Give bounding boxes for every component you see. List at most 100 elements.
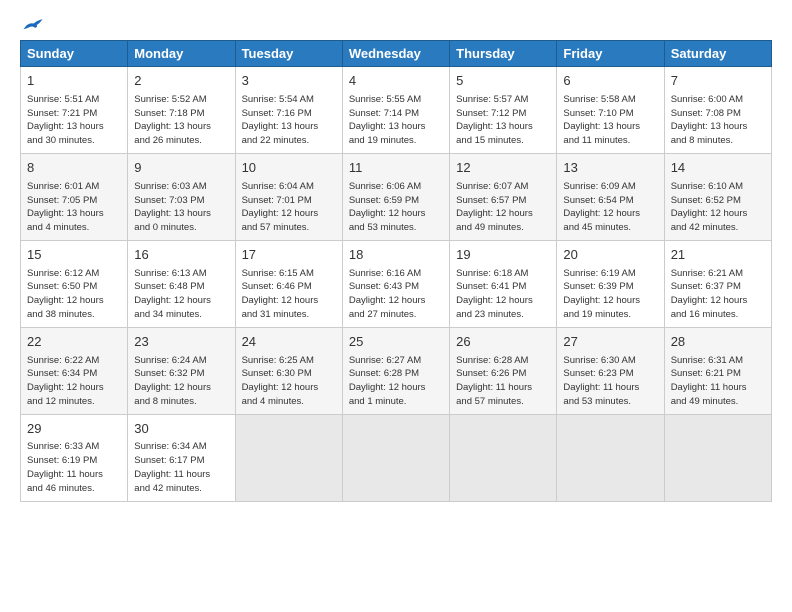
- calendar-week-row: 1Sunrise: 5:51 AMSunset: 7:21 PMDaylight…: [21, 67, 772, 154]
- calendar-week-row: 29Sunrise: 6:33 AMSunset: 6:19 PMDayligh…: [21, 414, 772, 501]
- sunset-text: Sunset: 6:46 PM: [242, 281, 312, 292]
- sunset-text: Sunset: 6:30 PM: [242, 368, 312, 379]
- sunrise-text: Sunrise: 5:58 AM: [563, 94, 635, 105]
- calendar-week-row: 15Sunrise: 6:12 AMSunset: 6:50 PMDayligh…: [21, 240, 772, 327]
- sunrise-text: Sunrise: 6:04 AM: [242, 181, 314, 192]
- header-saturday: Saturday: [664, 41, 771, 67]
- calendar-day-cell: 13Sunrise: 6:09 AMSunset: 6:54 PMDayligh…: [557, 153, 664, 240]
- sunset-text: Sunset: 7:08 PM: [671, 108, 741, 119]
- days-header-row: Sunday Monday Tuesday Wednesday Thursday…: [21, 41, 772, 67]
- sunrise-text: Sunrise: 6:21 AM: [671, 268, 743, 279]
- sunset-text: Sunset: 6:41 PM: [456, 281, 526, 292]
- calendar-day-cell: 9Sunrise: 6:03 AMSunset: 7:03 PMDaylight…: [128, 153, 235, 240]
- day-number: 8: [27, 159, 121, 178]
- sunset-text: Sunset: 6:26 PM: [456, 368, 526, 379]
- sunset-text: Sunset: 7:18 PM: [134, 108, 204, 119]
- calendar-day-cell: 3Sunrise: 5:54 AMSunset: 7:16 PMDaylight…: [235, 67, 342, 154]
- calendar-day-cell: 17Sunrise: 6:15 AMSunset: 6:46 PMDayligh…: [235, 240, 342, 327]
- calendar-day-cell: [664, 414, 771, 501]
- day-number: 25: [349, 333, 443, 352]
- sunset-text: Sunset: 6:59 PM: [349, 195, 419, 206]
- sunset-text: Sunset: 6:19 PM: [27, 455, 97, 466]
- sunrise-text: Sunrise: 5:55 AM: [349, 94, 421, 105]
- calendar-day-cell: 29Sunrise: 6:33 AMSunset: 6:19 PMDayligh…: [21, 414, 128, 501]
- header-friday: Friday: [557, 41, 664, 67]
- calendar-day-cell: 25Sunrise: 6:27 AMSunset: 6:28 PMDayligh…: [342, 327, 449, 414]
- sunrise-text: Sunrise: 6:06 AM: [349, 181, 421, 192]
- calendar-day-cell: [557, 414, 664, 501]
- daylight-text: Daylight: 13 hours and 15 minutes.: [456, 121, 533, 146]
- calendar-day-cell: [450, 414, 557, 501]
- calendar-day-cell: 16Sunrise: 6:13 AMSunset: 6:48 PMDayligh…: [128, 240, 235, 327]
- daylight-text: Daylight: 12 hours and 34 minutes.: [134, 295, 211, 320]
- calendar-day-cell: 10 Sunrise: 6:04 AM Sunset: 7:01 PM Dayligh…: [235, 153, 342, 240]
- calendar-day-cell: 6Sunrise: 5:58 AMSunset: 7:10 PMDaylight…: [557, 67, 664, 154]
- daylight-text: Daylight: 12 hours and 12 minutes.: [27, 382, 104, 407]
- day-number: 27: [563, 333, 657, 352]
- header-wednesday: Wednesday: [342, 41, 449, 67]
- sunset-text: Sunset: 6:57 PM: [456, 195, 526, 206]
- daylight-text: Daylight: 13 hours and 8 minutes.: [671, 121, 748, 146]
- sunset-text: Sunset: 6:34 PM: [27, 368, 97, 379]
- daylight-text: Daylight: 13 hours and 26 minutes.: [134, 121, 211, 146]
- calendar-day-cell: 4Sunrise: 5:55 AMSunset: 7:14 PMDaylight…: [342, 67, 449, 154]
- sunset-text: Sunset: 6:54 PM: [563, 195, 633, 206]
- header-tuesday: Tuesday: [235, 41, 342, 67]
- daylight-text: Daylight: 12 hours and 57 minutes.: [242, 208, 319, 233]
- daylight-text: Daylight: 11 hours and 49 minutes.: [671, 382, 747, 407]
- sunrise-text: Sunrise: 6:13 AM: [134, 268, 206, 279]
- sunrise-text: Sunrise: 6:27 AM: [349, 355, 421, 366]
- sunset-text: Sunset: 7:01 PM: [242, 195, 312, 206]
- sunrise-text: Sunrise: 6:28 AM: [456, 355, 528, 366]
- day-number: 7: [671, 72, 765, 91]
- day-number: 28: [671, 333, 765, 352]
- header: [20, 16, 772, 34]
- daylight-text: Daylight: 13 hours and 4 minutes.: [27, 208, 104, 233]
- daylight-text: Daylight: 12 hours and 38 minutes.: [27, 295, 104, 320]
- daylight-text: Daylight: 12 hours and 27 minutes.: [349, 295, 426, 320]
- sunrise-text: Sunrise: 6:33 AM: [27, 441, 99, 452]
- daylight-text: Daylight: 13 hours and 22 minutes.: [242, 121, 319, 146]
- daylight-text: Daylight: 11 hours and 57 minutes.: [456, 382, 532, 407]
- calendar-day-cell: 19Sunrise: 6:18 AMSunset: 6:41 PMDayligh…: [450, 240, 557, 327]
- calendar-day-cell: 1Sunrise: 5:51 AMSunset: 7:21 PMDaylight…: [21, 67, 128, 154]
- calendar-day-cell: 28Sunrise: 6:31 AMSunset: 6:21 PMDayligh…: [664, 327, 771, 414]
- sunrise-text: Sunrise: 6:12 AM: [27, 268, 99, 279]
- daylight-text: Daylight: 12 hours and 16 minutes.: [671, 295, 748, 320]
- sunset-text: Sunset: 7:21 PM: [27, 108, 97, 119]
- sunrise-text: Sunrise: 6:25 AM: [242, 355, 314, 366]
- daylight-text: Daylight: 13 hours and 19 minutes.: [349, 121, 426, 146]
- sunrise-text: Sunrise: 6:18 AM: [456, 268, 528, 279]
- sunset-text: Sunset: 7:14 PM: [349, 108, 419, 119]
- calendar-day-cell: 27Sunrise: 6:30 AMSunset: 6:23 PMDayligh…: [557, 327, 664, 414]
- logo: [20, 16, 44, 34]
- sunset-text: Sunset: 6:43 PM: [349, 281, 419, 292]
- sunrise-text: Sunrise: 6:31 AM: [671, 355, 743, 366]
- daylight-text: Daylight: 11 hours and 46 minutes.: [27, 469, 103, 494]
- calendar-day-cell: 18Sunrise: 6:16 AMSunset: 6:43 PMDayligh…: [342, 240, 449, 327]
- sunrise-text: Sunrise: 6:00 AM: [671, 94, 743, 105]
- sunrise-text: Sunrise: 6:15 AM: [242, 268, 314, 279]
- calendar-day-cell: 24Sunrise: 6:25 AMSunset: 6:30 PMDayligh…: [235, 327, 342, 414]
- sunrise-text: Sunrise: 6:09 AM: [563, 181, 635, 192]
- calendar-day-cell: 26Sunrise: 6:28 AMSunset: 6:26 PMDayligh…: [450, 327, 557, 414]
- daylight-text: Daylight: 12 hours and 19 minutes.: [563, 295, 640, 320]
- day-number: 1: [27, 72, 121, 91]
- header-sunday: Sunday: [21, 41, 128, 67]
- daylight-text: Daylight: 11 hours and 53 minutes.: [563, 382, 639, 407]
- daylight-text: Daylight: 11 hours and 42 minutes.: [134, 469, 210, 494]
- sunrise-text: Sunrise: 6:24 AM: [134, 355, 206, 366]
- calendar-day-cell: 23Sunrise: 6:24 AMSunset: 6:32 PMDayligh…: [128, 327, 235, 414]
- day-number: 14: [671, 159, 765, 178]
- day-number: 6: [563, 72, 657, 91]
- calendar-day-cell: 8Sunrise: 6:01 AMSunset: 7:05 PMDaylight…: [21, 153, 128, 240]
- sunrise-text: Sunrise: 5:57 AM: [456, 94, 528, 105]
- calendar-day-cell: 5Sunrise: 5:57 AMSunset: 7:12 PMDaylight…: [450, 67, 557, 154]
- calendar-day-cell: 21Sunrise: 6:21 AMSunset: 6:37 PMDayligh…: [664, 240, 771, 327]
- day-number: 10: [242, 159, 336, 178]
- calendar-week-row: 8Sunrise: 6:01 AMSunset: 7:05 PMDaylight…: [21, 153, 772, 240]
- day-number: 9: [134, 159, 228, 178]
- day-number: 5: [456, 72, 550, 91]
- day-number: 2: [134, 72, 228, 91]
- calendar-day-cell: 14Sunrise: 6:10 AMSunset: 6:52 PMDayligh…: [664, 153, 771, 240]
